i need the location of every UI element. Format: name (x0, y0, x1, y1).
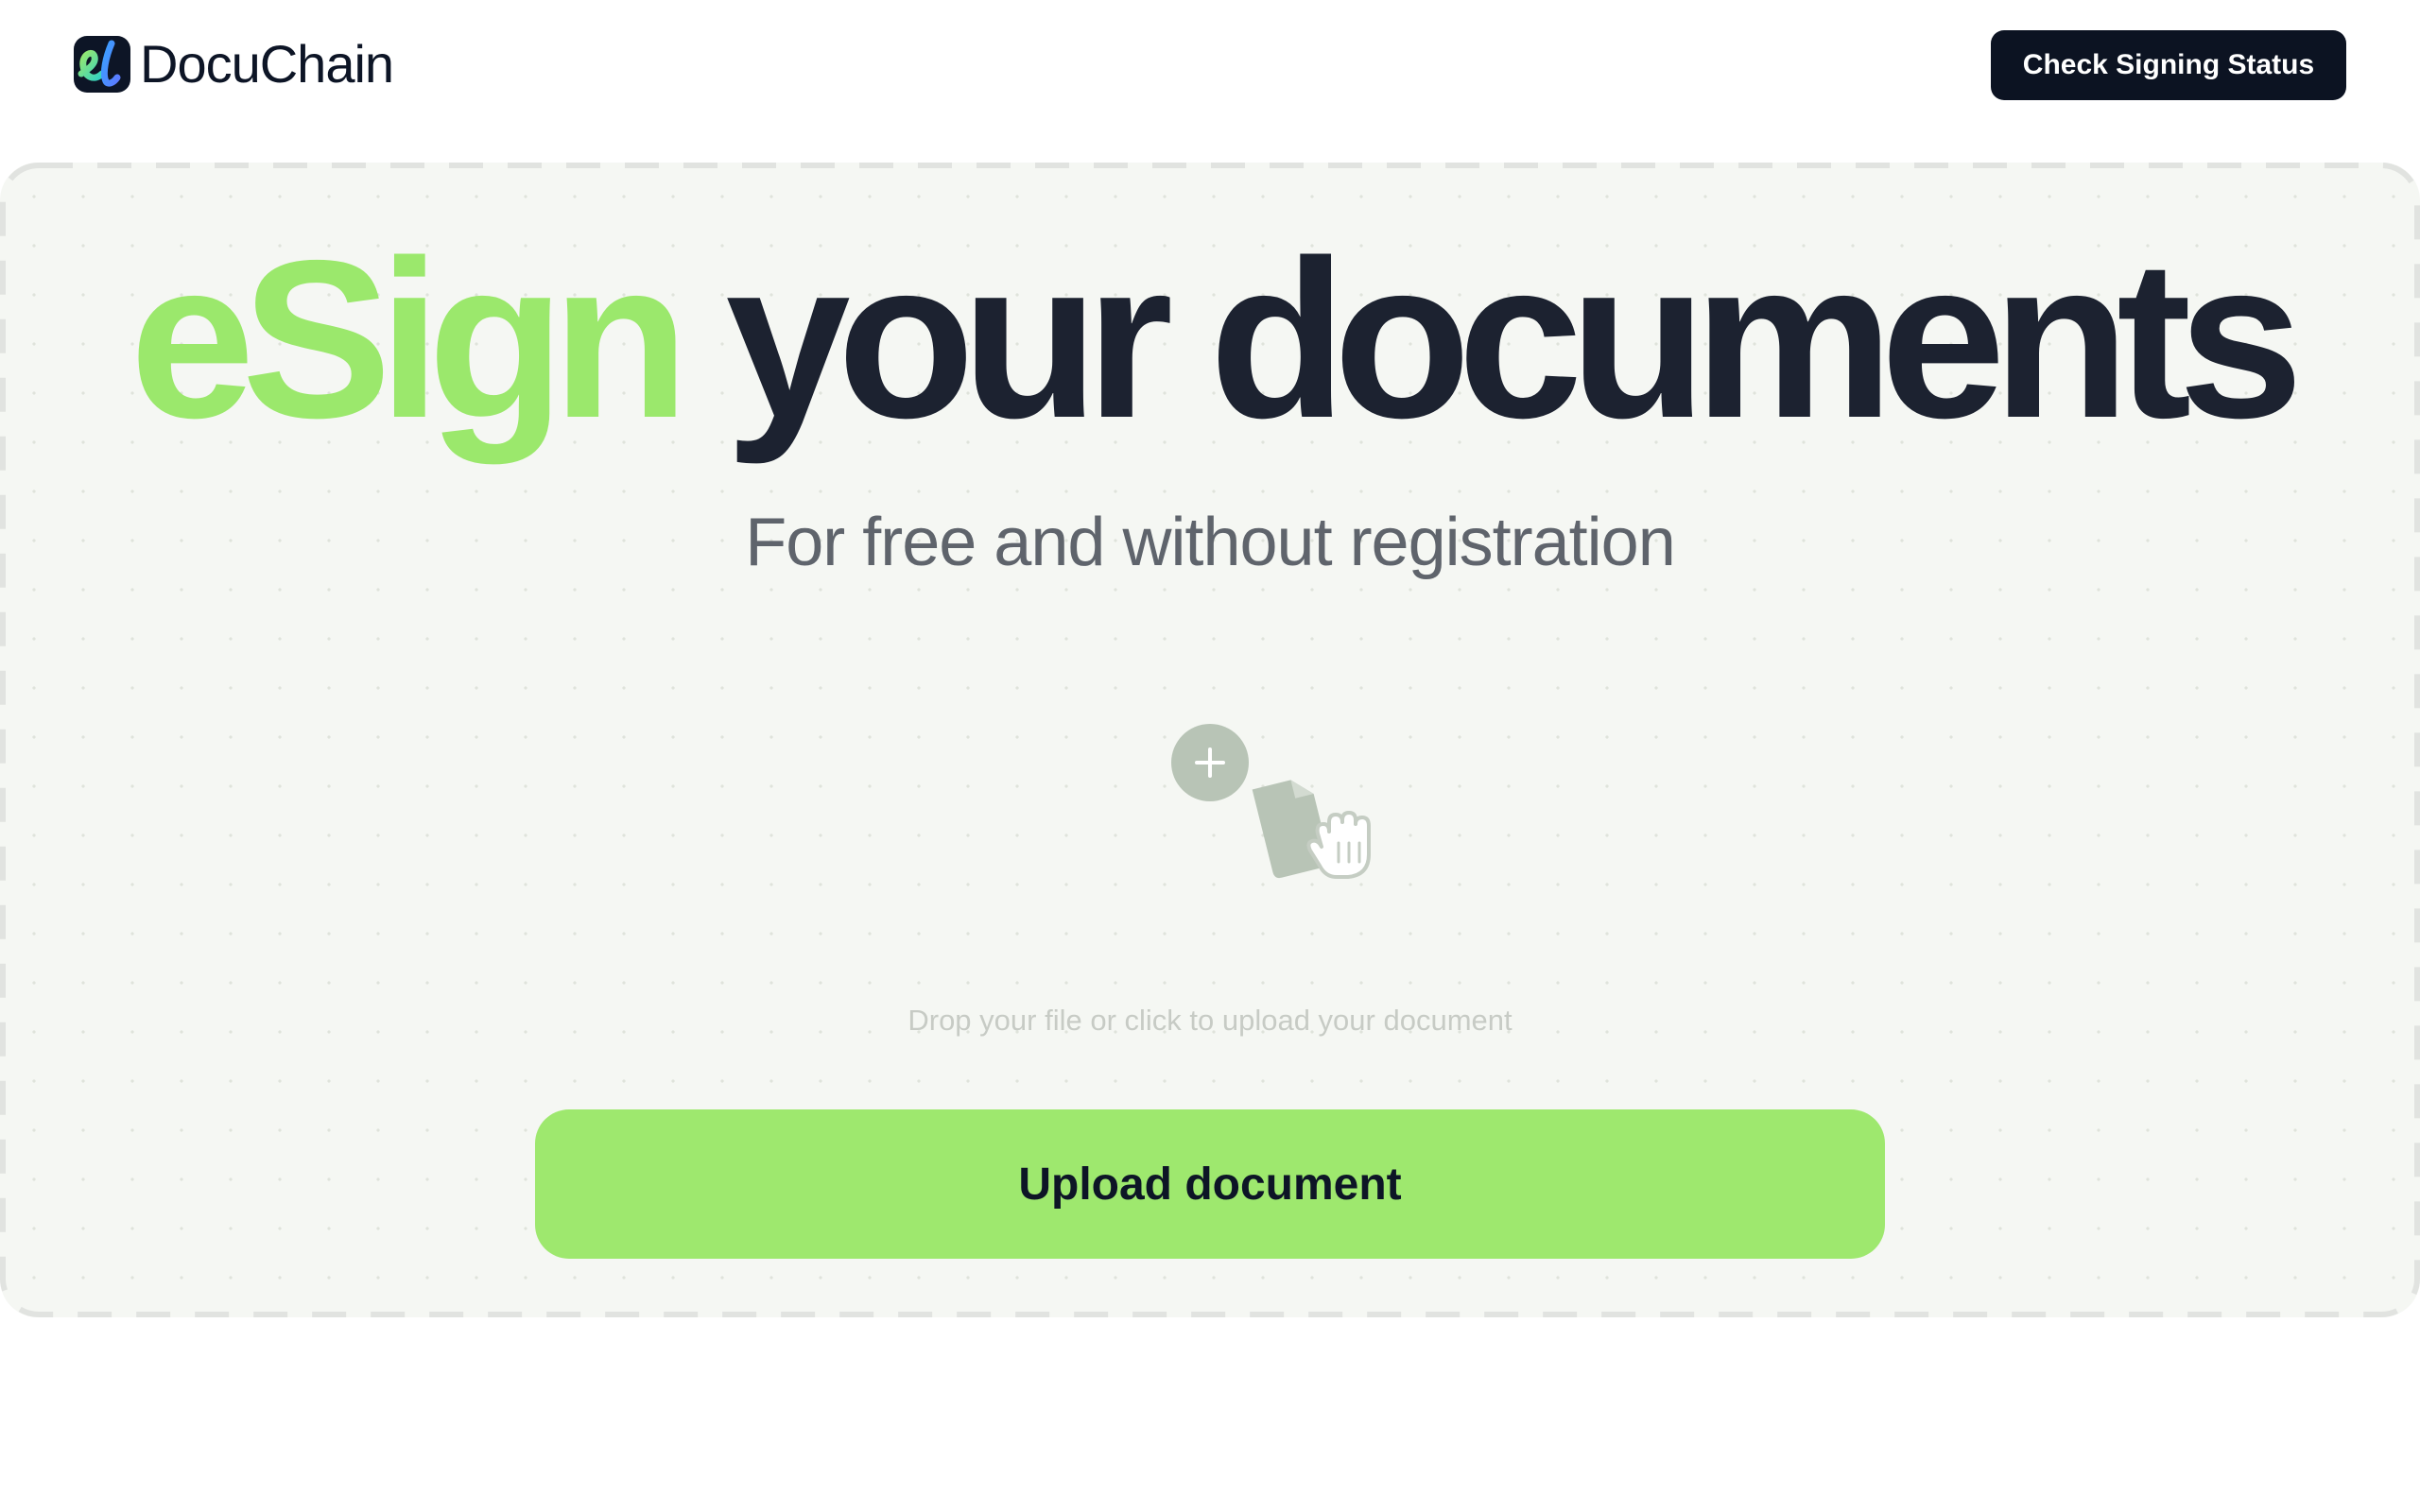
upload-document-button[interactable]: Upload document (535, 1109, 1885, 1259)
el-monogram-icon (74, 36, 130, 93)
document-drag-illustration (1252, 780, 1371, 879)
brand-logo[interactable]: DocuChain (74, 34, 394, 94)
header: DocuChain Check Signing Status (0, 0, 2420, 132)
hero-subtitle: For free and without registration (745, 505, 1676, 580)
hero-title-highlight: eSign (130, 215, 689, 465)
hero-title-rest: your documents (725, 215, 2303, 465)
plus-icon (1171, 724, 1249, 801)
check-signing-status-button[interactable]: Check Signing Status (1991, 30, 2346, 100)
page: DocuChain Check Signing Status eSign you… (0, 0, 2420, 1512)
upload-dropzone[interactable]: eSign your documents For free and withou… (0, 163, 2420, 1317)
dropzone-hint: Drop your file or click to upload your d… (908, 1004, 1512, 1037)
brand-name: DocuChain (140, 34, 394, 94)
hero-title: eSign your documents (0, 217, 2420, 463)
